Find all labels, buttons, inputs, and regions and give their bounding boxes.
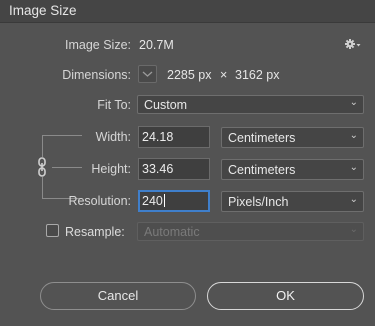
text-caret [163,194,165,207]
chevron-down-icon: ⌄ [349,97,358,108]
gear-icon[interactable] [344,36,362,52]
chevron-down-icon [142,71,153,77]
width-unit-value: Centimeters [228,131,296,145]
resample-select[interactable]: Automatic ⌄ [137,222,364,241]
dimensions-height: 3162 px [235,68,280,82]
height-unit-value: Centimeters [228,163,296,177]
resolution-value: 240 [142,194,163,208]
height-label: Height: [91,162,131,176]
fit-to-label: Fit To: [97,98,131,112]
dimensions-label: Dimensions: [62,68,131,82]
cancel-button[interactable]: Cancel [40,282,196,310]
resolution-input[interactable]: 240 [138,190,210,212]
chevron-down-icon: ⌄ [349,130,358,141]
resolution-label: Resolution: [68,194,131,208]
fit-to-value: Custom [144,98,188,112]
fit-to-select[interactable]: Custom ⌄ [137,95,364,114]
height-unit-select[interactable]: Centimeters ⌄ [221,159,364,180]
dimensions-times: × [220,68,228,82]
width-input[interactable]: 24.18 [138,126,210,148]
ok-button[interactable]: OK [207,282,364,310]
title-bar: Image Size [0,0,375,23]
resolution-unit-value: Pixels/Inch [228,195,289,209]
dimensions-dropdown[interactable] [138,65,157,83]
resample-value: Automatic [144,225,200,239]
chevron-down-icon: ⌄ [349,162,358,173]
resolution-unit-select[interactable]: Pixels/Inch ⌄ [221,191,364,212]
height-value: 33.46 [142,162,174,176]
width-value: 24.18 [142,130,174,144]
resample-label: Resample: [65,225,125,239]
dimensions-width: 2285 px [167,68,212,82]
width-unit-select[interactable]: Centimeters ⌄ [221,127,364,148]
window-title: Image Size [9,3,77,18]
height-input[interactable]: 33.46 [138,158,210,180]
resample-checkbox[interactable] [46,224,59,237]
image-size-value: 20.7M [139,38,174,52]
chevron-down-icon: ⌄ [349,194,358,205]
width-label: Width: [95,130,131,144]
image-size-label: Image Size: [64,38,131,52]
chevron-down-icon: ⌄ [349,224,358,235]
